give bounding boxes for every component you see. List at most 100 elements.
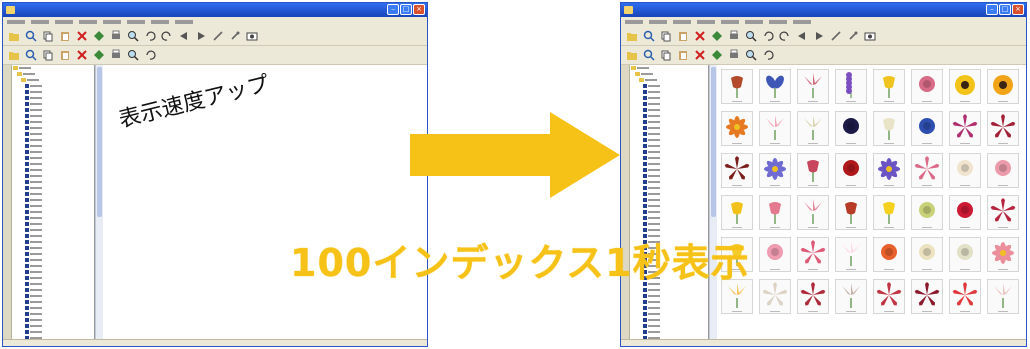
move-icon[interactable]: [710, 29, 724, 43]
folder-tree[interactable]: [630, 65, 709, 346]
delete-icon[interactable]: [75, 48, 89, 62]
menu-item[interactable]: [721, 20, 739, 24]
flower-thumbnail[interactable]: [987, 279, 1019, 314]
flower-thumbnail[interactable]: [835, 153, 867, 188]
flower-thumbnail[interactable]: [721, 111, 753, 146]
folder-icon[interactable]: [625, 48, 639, 62]
flower-thumbnail[interactable]: [873, 111, 905, 146]
flower-thumbnail[interactable]: [949, 111, 981, 146]
redo-icon[interactable]: [778, 29, 792, 43]
flower-thumbnail[interactable]: [911, 237, 943, 272]
delete-icon[interactable]: [693, 29, 707, 43]
paste-icon[interactable]: [676, 29, 690, 43]
flower-thumbnail[interactable]: [911, 279, 943, 314]
flower-thumbnail[interactable]: [759, 195, 791, 230]
flower-thumbnail[interactable]: [873, 195, 905, 230]
pen-icon[interactable]: [211, 29, 225, 43]
menu-item[interactable]: [673, 20, 691, 24]
flower-thumbnail[interactable]: [911, 153, 943, 188]
print-icon[interactable]: [109, 48, 123, 62]
flower-thumbnail[interactable]: [987, 111, 1019, 146]
flower-thumbnail[interactable]: [797, 69, 829, 104]
flower-thumbnail[interactable]: [949, 195, 981, 230]
paste-icon[interactable]: [58, 48, 72, 62]
search-icon[interactable]: [24, 29, 38, 43]
flower-thumbnail[interactable]: [721, 153, 753, 188]
flower-thumbnail[interactable]: [873, 153, 905, 188]
flower-thumbnail[interactable]: [759, 279, 791, 314]
menu-item[interactable]: [31, 20, 49, 24]
copy-icon[interactable]: [659, 48, 673, 62]
flower-thumbnail[interactable]: [873, 279, 905, 314]
menu-item[interactable]: [625, 20, 643, 24]
flower-thumbnail[interactable]: [949, 237, 981, 272]
menu-item[interactable]: [151, 20, 169, 24]
flower-thumbnail[interactable]: [797, 279, 829, 314]
close-button[interactable]: ×: [413, 4, 425, 15]
menu-item[interactable]: [55, 20, 73, 24]
flower-thumbnail[interactable]: [873, 237, 905, 272]
flower-thumbnail[interactable]: [797, 153, 829, 188]
flower-thumbnail[interactable]: [759, 69, 791, 104]
delete-icon[interactable]: [75, 29, 89, 43]
camera-icon[interactable]: [245, 29, 259, 43]
maximize-button[interactable]: □: [400, 4, 412, 15]
flower-thumbnail[interactable]: [835, 279, 867, 314]
menu-item[interactable]: [649, 20, 667, 24]
menu-item[interactable]: [103, 20, 121, 24]
search-icon[interactable]: [24, 48, 38, 62]
zoom-icon[interactable]: [744, 29, 758, 43]
flower-thumbnail[interactable]: [759, 237, 791, 272]
flower-thumbnail[interactable]: [759, 111, 791, 146]
vertical-tabs[interactable]: [3, 65, 12, 346]
tool-icon[interactable]: [846, 29, 860, 43]
flower-thumbnail[interactable]: [987, 195, 1019, 230]
flower-thumbnail[interactable]: [721, 69, 753, 104]
undo-icon[interactable]: [761, 48, 775, 62]
zoom-icon[interactable]: [744, 48, 758, 62]
zoom-icon[interactable]: [126, 29, 140, 43]
menu-item[interactable]: [175, 20, 193, 24]
folder-icon[interactable]: [625, 29, 639, 43]
folder-icon[interactable]: [7, 29, 21, 43]
menu-item[interactable]: [745, 20, 763, 24]
flower-thumbnail[interactable]: [949, 279, 981, 314]
tree-scrollbar[interactable]: [95, 65, 103, 346]
flower-thumbnail[interactable]: [987, 237, 1019, 272]
folder-tree[interactable]: [12, 65, 95, 346]
menu-item[interactable]: [793, 20, 811, 24]
move-icon[interactable]: [710, 48, 724, 62]
search-icon[interactable]: [642, 48, 656, 62]
undo-icon[interactable]: [143, 29, 157, 43]
copy-icon[interactable]: [659, 29, 673, 43]
flower-thumbnail[interactable]: [949, 69, 981, 104]
undo-icon[interactable]: [143, 48, 157, 62]
flower-thumbnail[interactable]: [797, 237, 829, 272]
flower-thumbnail[interactable]: [911, 69, 943, 104]
flower-thumbnail[interactable]: [911, 111, 943, 146]
flower-thumbnail[interactable]: [949, 153, 981, 188]
flower-thumbnail[interactable]: [797, 195, 829, 230]
vertical-tabs[interactable]: [621, 65, 630, 346]
menu-item[interactable]: [769, 20, 787, 24]
flower-thumbnail[interactable]: [835, 111, 867, 146]
forward-icon[interactable]: [812, 29, 826, 43]
copy-icon[interactable]: [41, 48, 55, 62]
menu-item[interactable]: [127, 20, 145, 24]
flower-thumbnail[interactable]: [721, 195, 753, 230]
zoom-icon[interactable]: [126, 48, 140, 62]
minimize-button[interactable]: –: [986, 4, 998, 15]
minimize-button[interactable]: –: [387, 4, 399, 15]
scrollbar-thumb[interactable]: [711, 67, 716, 217]
paste-icon[interactable]: [676, 48, 690, 62]
search-icon[interactable]: [642, 29, 656, 43]
maximize-button[interactable]: □: [999, 4, 1011, 15]
camera-icon[interactable]: [863, 29, 877, 43]
back-icon[interactable]: [795, 29, 809, 43]
flower-thumbnail[interactable]: [835, 69, 867, 104]
tool-icon[interactable]: [228, 29, 242, 43]
folder-icon[interactable]: [7, 48, 21, 62]
close-button[interactable]: ×: [1012, 4, 1024, 15]
move-icon[interactable]: [92, 29, 106, 43]
undo-icon[interactable]: [761, 29, 775, 43]
